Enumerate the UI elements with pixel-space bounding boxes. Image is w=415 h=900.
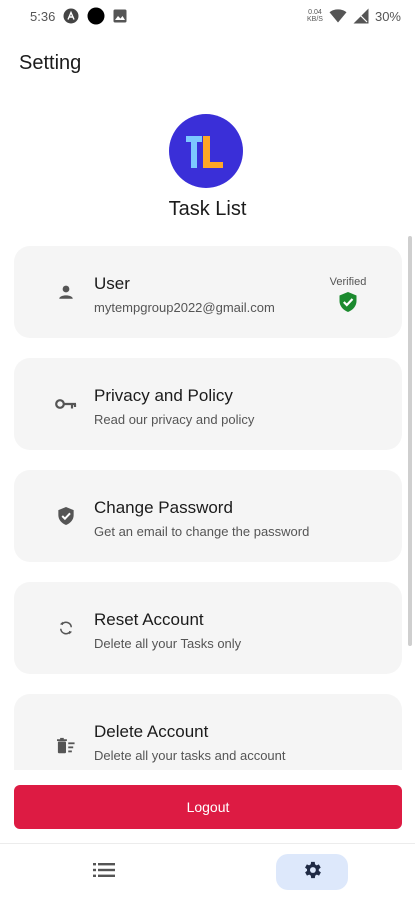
person-icon	[54, 280, 78, 304]
page-title: Setting	[19, 52, 82, 74]
settings-list[interactable]: User mytempgroup2022@gmail.com Verified …	[0, 240, 415, 770]
card-subtitle: Read our privacy and policy	[94, 412, 255, 427]
verified-label: Verified	[329, 276, 367, 288]
verified-shield-icon	[338, 291, 358, 318]
network-speed: 0.04 KB/S	[307, 9, 323, 23]
bottom-nav	[0, 843, 415, 900]
card-title: Change Password	[94, 498, 233, 517]
card-title: Reset Account	[94, 610, 204, 629]
app-logo	[169, 114, 243, 188]
verified-badge: Verified	[326, 276, 370, 318]
card-title: User	[94, 274, 130, 293]
logout-button[interactable]: Logout	[14, 785, 402, 829]
signal-icon	[353, 8, 369, 24]
card-subtitle: mytempgroup2022@gmail.com	[94, 300, 275, 315]
status-time: 5:36	[30, 8, 56, 24]
battery-percent: 30%	[374, 8, 401, 24]
tl-logo-icon	[186, 136, 223, 168]
image-icon	[113, 9, 127, 23]
status-bar: 5:36 0.04 KB/S 30%	[0, 0, 415, 32]
nav-tasks[interactable]	[74, 854, 134, 890]
a-icon	[63, 8, 79, 24]
card-subtitle: Get an email to change the password	[94, 524, 310, 539]
sync-icon	[54, 616, 78, 640]
nav-settings[interactable]	[276, 854, 348, 890]
gear-icon	[301, 859, 323, 886]
card-title: Delete Account	[94, 722, 209, 741]
card-delete-account[interactable]: Delete Account Delete all your tasks and…	[14, 694, 402, 770]
card-reset-account[interactable]: Reset Account Delete all your Tasks only	[14, 582, 402, 674]
list-icon	[93, 862, 115, 883]
card-privacy-policy[interactable]: Privacy and Policy Read our privacy and …	[14, 358, 402, 450]
app-name: Task List	[168, 198, 247, 220]
wifi-icon	[329, 9, 347, 23]
card-subtitle: Delete all your tasks and account	[94, 748, 286, 763]
delete-sweep-icon	[54, 734, 78, 758]
card-subtitle: Delete all your Tasks only	[94, 636, 242, 651]
key-icon	[54, 392, 78, 416]
card-title: Privacy and Policy	[94, 386, 233, 405]
card-user[interactable]: User mytempgroup2022@gmail.com Verified	[14, 246, 402, 338]
shield-check-icon	[54, 504, 78, 528]
circle-icon	[87, 7, 105, 25]
card-change-password[interactable]: Change Password Get an email to change t…	[14, 470, 402, 562]
